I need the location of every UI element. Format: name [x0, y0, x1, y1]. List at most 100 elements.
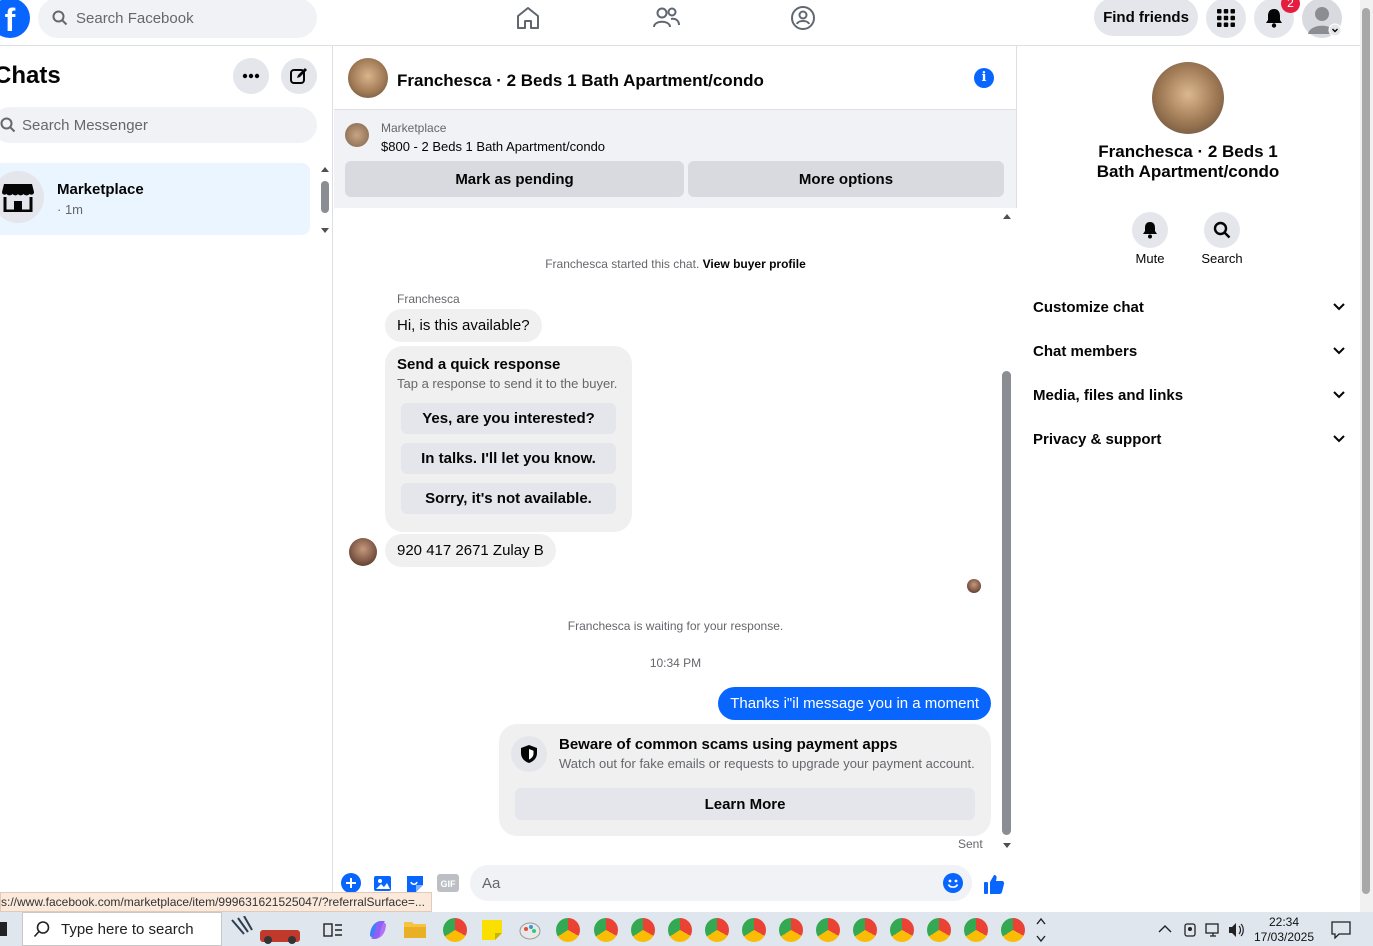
- search-icon: [33, 921, 50, 938]
- mute-label: Mute: [1135, 251, 1165, 266]
- more-options-icon[interactable]: [233, 58, 269, 94]
- scam-warning-subtitle: Watch out for fake emails or requests to…: [559, 756, 975, 771]
- sent-status: Sent: [958, 837, 983, 851]
- friends-icon[interactable]: [652, 4, 680, 32]
- search-messenger-placeholder: Search Messenger: [22, 116, 148, 134]
- file-explorer-icon[interactable]: [403, 919, 427, 939]
- view-buyer-profile-link[interactable]: View buyer profile: [703, 257, 806, 271]
- gif-icon[interactable]: GIF: [437, 873, 459, 893]
- read-receipt-avatar: [967, 579, 981, 593]
- menu-grid-icon[interactable]: [1206, 0, 1246, 38]
- conversation-avatar[interactable]: [348, 58, 388, 98]
- listing-title[interactable]: $800 - 2 Beds 1 Bath Apartment/condo: [381, 139, 605, 154]
- chrome-profile-icon[interactable]: [779, 918, 803, 942]
- search-highlight-icon: [231, 916, 300, 944]
- conversation-header: Franchesca · 2 Beds 1 Bath Apartment/con…: [334, 46, 1017, 110]
- chrome-profile-icon[interactable]: [443, 918, 467, 942]
- learn-more-button[interactable]: Learn More: [515, 788, 975, 820]
- gif-label: GIF: [441, 879, 457, 889]
- incoming-message-bubble[interactable]: 920 417 2671 Zulay B: [385, 534, 556, 567]
- chrome-profile-icon[interactable]: [556, 918, 580, 942]
- groups-icon[interactable]: [789, 4, 817, 32]
- plus-icon[interactable]: [341, 873, 361, 893]
- privacy-support-section[interactable]: Privacy & support: [1033, 427, 1345, 451]
- facebook-logo[interactable]: f: [0, 0, 30, 38]
- quick-response-title: Send a quick response: [397, 356, 561, 373]
- chevron-down-icon: [1333, 303, 1345, 311]
- copilot-icon[interactable]: [366, 918, 390, 942]
- waiting-notice: Franchesca is waiting for your response.: [567, 619, 784, 633]
- find-friends-button[interactable]: Find friends: [1094, 0, 1198, 36]
- search-facebook-input[interactable]: Search Facebook: [38, 0, 317, 38]
- taskbar-clock[interactable]: 22:34 17/03/2025: [1245, 915, 1323, 945]
- link-status-bar: s://www.facebook.com/marketplace/item/99…: [0, 892, 432, 912]
- chat-members-section[interactable]: Chat members: [1033, 339, 1345, 363]
- chevron-up-icon[interactable]: [1158, 924, 1172, 934]
- notification-badge: 2: [1281, 0, 1300, 13]
- quick-response-option[interactable]: In talks. I'll let you know.: [401, 443, 616, 474]
- search-messenger-input[interactable]: Search Messenger: [0, 107, 317, 143]
- info-icon[interactable]: i: [974, 68, 994, 88]
- taskbar-search-placeholder: Type here to search: [61, 920, 194, 938]
- message-input[interactable]: Aa: [470, 865, 972, 901]
- media-files-links-section[interactable]: Media, files and links: [1033, 383, 1345, 407]
- windows-start-icon[interactable]: [0, 922, 8, 936]
- chat-item-marketplace[interactable]: Marketplace · 1m: [0, 163, 310, 235]
- chrome-profile-icon[interactable]: [853, 918, 877, 942]
- chrome-profile-icon[interactable]: [1001, 918, 1025, 942]
- chrome-profile-icon[interactable]: [594, 918, 618, 942]
- emoji-icon[interactable]: [943, 873, 963, 893]
- marketplace-listing-banner: Marketplace $800 - 2 Beds 1 Bath Apartme…: [334, 110, 1017, 208]
- volume-icon[interactable]: [1228, 922, 1246, 938]
- conversation-title[interactable]: Franchesca · 2 Beds 1 Bath Apartment/con…: [397, 71, 764, 91]
- section-label: Customize chat: [1033, 298, 1144, 316]
- quick-response-option[interactable]: Yes, are you interested?: [401, 403, 616, 434]
- chat-item-time: · 1m: [57, 202, 83, 217]
- network-icon[interactable]: [1205, 922, 1223, 938]
- quick-response-option[interactable]: Sorry, it's not available.: [401, 483, 616, 514]
- more-options-button[interactable]: More options: [688, 161, 1004, 197]
- search-facebook-placeholder: Search Facebook: [76, 9, 194, 27]
- chrome-profile-icon[interactable]: [705, 918, 729, 942]
- chrome-profile-icon[interactable]: [964, 918, 988, 942]
- thread-scrollbar-thumb[interactable]: [1002, 371, 1011, 835]
- scam-warning-title: Beware of common scams using payment app…: [559, 736, 898, 753]
- customize-chat-section[interactable]: Customize chat: [1033, 295, 1345, 319]
- search-icon: [0, 117, 16, 133]
- sender-avatar[interactable]: [349, 538, 377, 566]
- chrome-profile-icon[interactable]: [927, 918, 951, 942]
- new-message-icon[interactable]: [281, 58, 317, 94]
- marketplace-store-icon: [0, 171, 44, 223]
- mark-as-pending-button[interactable]: Mark as pending: [345, 161, 684, 197]
- home-icon[interactable]: [514, 4, 542, 32]
- notification-center-icon[interactable]: [1331, 921, 1351, 939]
- chrome-profile-icon[interactable]: [816, 918, 840, 942]
- shield-icon: [511, 736, 547, 772]
- photo-icon[interactable]: [373, 873, 393, 893]
- chrome-profile-icon[interactable]: [631, 918, 655, 942]
- incoming-message-bubble[interactable]: Hi, is this available?: [385, 309, 542, 342]
- mute-icon[interactable]: [1132, 212, 1168, 248]
- chevron-down-icon: [1333, 347, 1345, 355]
- meet-now-icon[interactable]: [1183, 922, 1197, 938]
- outgoing-message-bubble[interactable]: Thanks i"il message you in a moment: [718, 687, 991, 720]
- top-navigation-bar: f Search Facebook Find friends 2: [0, 0, 1360, 46]
- sender-name: Franchesca: [397, 292, 460, 306]
- sticker-icon[interactable]: [405, 873, 425, 893]
- account-avatar[interactable]: [1302, 0, 1342, 38]
- message-input-placeholder: Aa: [482, 874, 501, 892]
- listing-thumbnail[interactable]: [345, 123, 369, 147]
- chrome-profile-icon[interactable]: [890, 918, 914, 942]
- search-icon[interactable]: [1204, 212, 1240, 248]
- taskbar-scroll-icon[interactable]: [1034, 916, 1048, 944]
- page-scrollbar-thumb[interactable]: [1362, 8, 1370, 894]
- chrome-profile-icon[interactable]: [668, 918, 692, 942]
- sticky-notes-icon[interactable]: [481, 919, 503, 941]
- taskbar-search-input[interactable]: Type here to search: [22, 912, 222, 946]
- chat-list-scrollbar[interactable]: [320, 166, 330, 234]
- task-view-icon[interactable]: [323, 922, 343, 938]
- thumbs-up-icon[interactable]: [983, 873, 1005, 895]
- paint-icon[interactable]: [518, 918, 542, 942]
- chrome-profile-icon[interactable]: [742, 918, 766, 942]
- chat-details-avatar[interactable]: [1152, 62, 1224, 134]
